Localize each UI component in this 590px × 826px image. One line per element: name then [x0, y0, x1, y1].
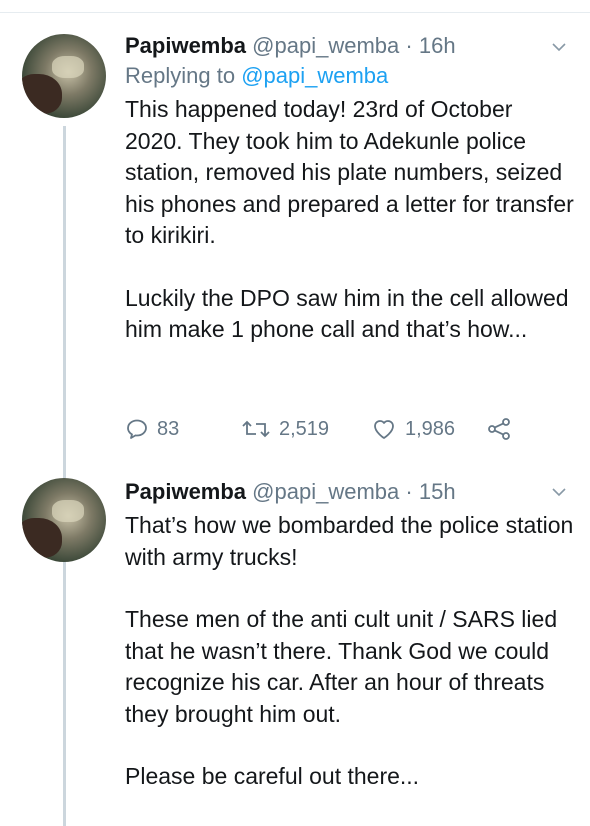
user-handle[interactable]: @papi_wemba — [252, 479, 399, 504]
reply-count: 83 — [157, 417, 180, 440]
reply-button[interactable]: 83 — [125, 417, 241, 441]
timestamp[interactable]: 16h — [419, 33, 456, 58]
avatar[interactable] — [22, 34, 106, 118]
top-divider — [0, 12, 590, 13]
tweet[interactable]: Papiwemba @papi_wemba · 15h That’s how w… — [125, 478, 575, 793]
avatar-hand — [22, 518, 62, 558]
heart-icon — [374, 420, 394, 439]
timestamp[interactable]: 15h — [419, 479, 456, 504]
replying-to: Replying to @papi_wemba — [125, 62, 575, 90]
avatar-highlight — [52, 56, 84, 78]
share-icon — [488, 418, 510, 440]
reply-icon — [127, 419, 147, 439]
tweet-text: This happened today! 23rd of October 202… — [125, 94, 575, 346]
like-count: 1,986 — [405, 417, 456, 440]
tweet[interactable]: Papiwemba @papi_wemba · 16h Replying to … — [125, 32, 575, 346]
tweet-paragraph: Luckily the DPO saw him in the cell allo… — [125, 284, 569, 343]
retweet-button[interactable]: 2,519 — [241, 417, 371, 441]
user-handle[interactable]: @papi_wemba — [252, 33, 399, 58]
retweet-icon — [242, 420, 270, 438]
tweet-paragraph: Please be careful out there... — [125, 763, 420, 789]
tweet-paragraph: These men of the anti cult unit / SARS l… — [125, 606, 558, 727]
tweet-paragraph: This happened today! 23rd of October 202… — [125, 96, 574, 248]
tweet-header: Papiwemba @papi_wemba · 15h — [125, 478, 575, 506]
replying-mention-link[interactable]: @papi_wemba — [241, 63, 388, 88]
retweet-count: 2,519 — [279, 417, 330, 440]
separator-dot: · — [405, 33, 413, 58]
separator-dot: · — [405, 479, 413, 504]
replying-prefix: Replying to — [125, 63, 242, 88]
avatar-hand — [22, 74, 62, 114]
display-name[interactable]: Papiwemba — [125, 479, 246, 504]
tweet-header: Papiwemba @papi_wemba · 16h — [125, 32, 575, 60]
share-button[interactable] — [486, 417, 512, 441]
like-button[interactable]: 1,986 — [371, 417, 486, 441]
tweet-actions: 83 2,519 1,986 — [125, 415, 512, 443]
display-name[interactable]: Papiwemba — [125, 33, 246, 58]
avatar[interactable] — [22, 478, 106, 562]
thread-connector-line — [63, 126, 66, 826]
tweet-paragraph: That’s how we bombarded the police stati… — [125, 512, 574, 570]
tweet-text: That’s how we bombarded the police stati… — [125, 510, 575, 793]
avatar-highlight — [52, 500, 84, 522]
